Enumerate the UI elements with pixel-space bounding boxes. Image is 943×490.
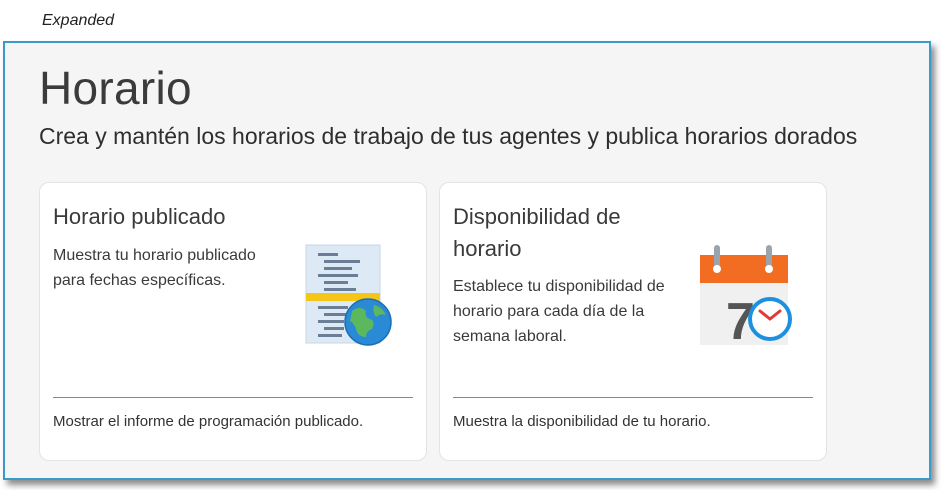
card-title: Disponibilidad de horario [453, 204, 621, 261]
published-schedule-card[interactable]: Horario publicado Muestra tu horario pub… [39, 182, 427, 461]
card-divider [53, 397, 413, 398]
card-divider [453, 397, 813, 398]
schedule-availability-link[interactable]: Muestra la disponibilidad de tu horario. [453, 413, 711, 430]
schedule-availability-card[interactable]: Disponibilidad de horario Establece tu d… [439, 182, 827, 461]
schedule-availability-icon: 7 [700, 245, 792, 349]
card-title: Horario publicado [53, 204, 226, 229]
expanded-caption: Expanded [42, 12, 115, 29]
published-schedule-link[interactable]: Mostrar el informe de programación publi… [53, 413, 363, 430]
page-title: Horario [39, 62, 192, 114]
card-description: Muestra tu horario publicado para fechas… [53, 247, 256, 289]
published-schedule-icon [305, 244, 392, 346]
page-subtitle: Crea y mantén los horarios de trabajo de… [39, 123, 858, 149]
card-description: Establece tu disponibilidad de horario p… [453, 278, 665, 345]
schedule-panel: Horario Crea y mantén los horarios de tr… [3, 41, 931, 480]
